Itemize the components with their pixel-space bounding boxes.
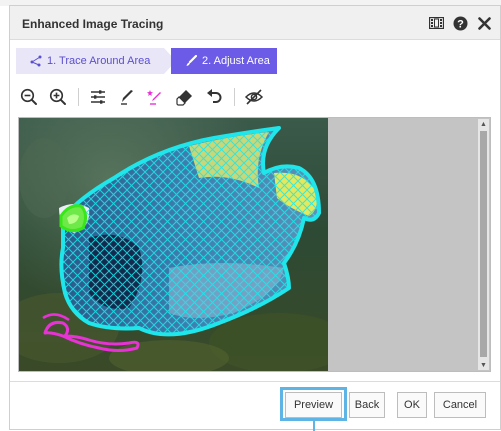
toolbar-separator [78, 88, 79, 106]
trace-path-icon [30, 55, 42, 67]
eraser-icon[interactable] [174, 86, 196, 108]
dialog-titlebar: Enhanced Image Tracing ? [10, 6, 500, 40]
zoom-in-icon[interactable] [47, 86, 69, 108]
zoom-out-icon[interactable] [18, 86, 40, 108]
ok-button[interactable]: OK [397, 392, 427, 418]
undo-icon[interactable] [203, 86, 225, 108]
sliders-icon[interactable] [87, 86, 109, 108]
brush-icon [185, 55, 197, 67]
preview-highlight-box [280, 387, 347, 421]
titlebar-icons: ? [428, 15, 492, 31]
svg-text:?: ? [457, 18, 464, 30]
close-icon[interactable] [476, 15, 492, 31]
step-trace-around-area[interactable]: 1. Trace Around Area [16, 48, 176, 74]
scroll-up-arrow-icon[interactable]: ▲ [478, 119, 489, 129]
pen-icon[interactable] [116, 86, 138, 108]
scroll-down-arrow-icon[interactable]: ▼ [478, 360, 489, 370]
help-icon[interactable]: ? [452, 15, 468, 31]
dialog-buttons: Preview Back OK Cancel [10, 392, 500, 418]
back-button[interactable]: Back [349, 392, 385, 418]
scroll-thumb[interactable] [480, 131, 487, 357]
step-1-label: 1. Trace Around Area [47, 55, 151, 67]
tracing-toolbar [18, 86, 272, 108]
canvas-vertical-scrollbar[interactable]: ▲ ▼ [478, 119, 489, 370]
visibility-off-icon[interactable] [243, 86, 265, 108]
enhanced-image-tracing-dialog: Enhanced Image Tracing ? 1. Trace Around… [9, 5, 501, 431]
toolbar-separator [234, 88, 235, 106]
magic-marker-icon[interactable] [145, 86, 167, 108]
step-2-label: 2. Adjust Area [202, 55, 270, 67]
footer-divider [10, 381, 500, 382]
tracing-canvas[interactable]: ▲ ▼ [18, 117, 491, 372]
step-adjust-area[interactable]: 2. Adjust Area [171, 48, 277, 74]
cancel-button[interactable]: Cancel [434, 392, 486, 418]
filmstrip-icon[interactable] [428, 15, 444, 31]
dialog-title: Enhanced Image Tracing [22, 17, 164, 31]
traced-fish-image[interactable] [19, 118, 328, 371]
